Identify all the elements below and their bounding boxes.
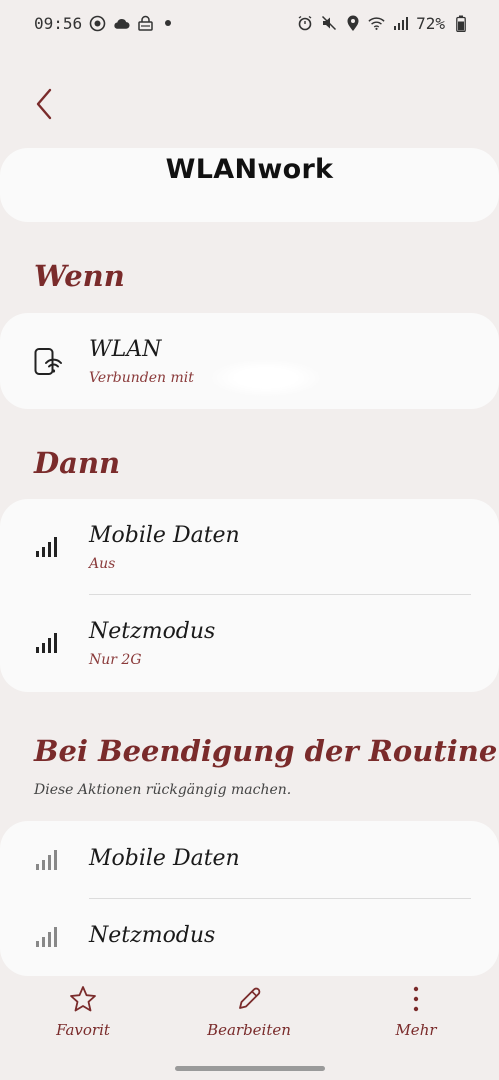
signal-bars-icon bbox=[34, 849, 58, 875]
cloud-icon bbox=[113, 15, 130, 32]
edit-label: Bearbeiten bbox=[207, 1021, 291, 1039]
action-sub: Nur 2G bbox=[89, 652, 142, 668]
action-row-network-mode[interactable]: Netzmodus Nur 2G bbox=[0, 595, 499, 692]
section-heading-on-end: Bei Beendigung der Routine bbox=[34, 734, 498, 768]
redaction-blur bbox=[212, 360, 320, 396]
routine-name-card[interactable]: WLANwork bbox=[0, 148, 499, 222]
status-bar-right: 72% bbox=[296, 14, 469, 33]
end-card: Mobile Daten Netzmodus bbox=[0, 821, 499, 976]
section-heading-when: Wenn bbox=[34, 259, 125, 293]
clock: 09:56 bbox=[34, 13, 83, 33]
action-row-mobile-data[interactable]: Mobile Daten Aus bbox=[0, 499, 499, 595]
favorite-label: Favorit bbox=[56, 1021, 110, 1039]
signal-icon bbox=[392, 15, 409, 32]
battery-icon bbox=[452, 15, 469, 32]
condition-sub: Verbunden mit bbox=[89, 370, 194, 386]
section-heading-then: Dann bbox=[34, 446, 121, 480]
mute-icon bbox=[320, 15, 337, 32]
notification-dot bbox=[165, 20, 172, 26]
chevron-left-icon bbox=[36, 88, 52, 120]
undo-row-network-mode[interactable]: Netzmodus bbox=[0, 899, 499, 976]
when-card: WLAN Verbunden mit bbox=[0, 313, 499, 409]
status-bar: 09:56 72% bbox=[0, 0, 499, 46]
condition-row-wlan[interactable]: WLAN Verbunden mit bbox=[0, 313, 499, 409]
undo-label: Mobile Daten bbox=[89, 846, 240, 871]
wifi-phone-icon bbox=[34, 347, 64, 381]
vpn-icon bbox=[137, 15, 154, 32]
action-sub: Aus bbox=[89, 556, 116, 572]
signal-bars-icon bbox=[34, 632, 58, 658]
action-label: Netzmodus bbox=[89, 619, 216, 644]
bottom-nav: Favorit Bearbeiten Mehr bbox=[0, 985, 499, 1055]
more-label: Mehr bbox=[395, 1021, 437, 1039]
home-indicator[interactable] bbox=[175, 1066, 325, 1071]
favorite-button[interactable]: Favorit bbox=[28, 985, 138, 1039]
undo-label: Netzmodus bbox=[89, 923, 216, 948]
battery-percent: 72% bbox=[416, 13, 445, 33]
signal-bars-icon bbox=[34, 926, 58, 952]
alarm-icon bbox=[296, 15, 313, 32]
pencil-icon bbox=[239, 987, 261, 1009]
whatsapp-icon bbox=[89, 15, 106, 32]
undo-row-mobile-data[interactable]: Mobile Daten bbox=[0, 821, 499, 898]
signal-bars-icon bbox=[34, 536, 58, 562]
star-icon bbox=[70, 986, 96, 1012]
more-button[interactable]: Mehr bbox=[361, 985, 471, 1039]
section-subheading-on-end: Diese Aktionen rückgängig machen. bbox=[34, 782, 292, 798]
routine-title: WLANwork bbox=[165, 154, 334, 185]
then-card: Mobile Daten Aus Netzmodus Nur 2G bbox=[0, 499, 499, 692]
more-vertical-icon bbox=[413, 986, 419, 1012]
status-bar-left: 09:56 bbox=[34, 13, 172, 33]
wifi-icon bbox=[368, 15, 385, 32]
edit-button[interactable]: Bearbeiten bbox=[194, 985, 304, 1039]
location-icon bbox=[344, 15, 361, 32]
back-button[interactable] bbox=[30, 84, 60, 124]
condition-label: WLAN bbox=[89, 337, 162, 362]
action-label: Mobile Daten bbox=[89, 523, 240, 548]
